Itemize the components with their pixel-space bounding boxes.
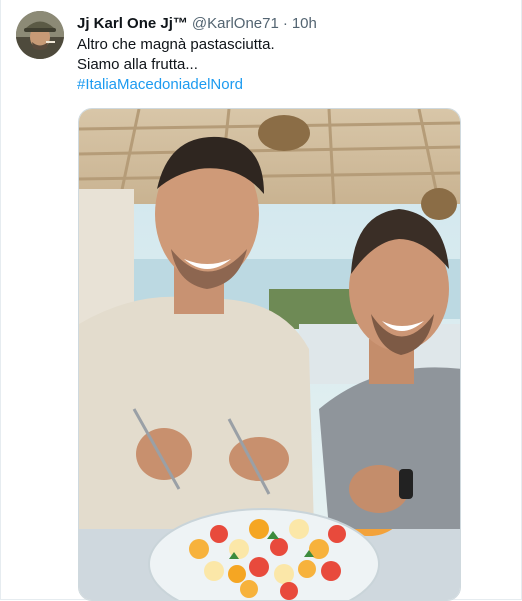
tweet-photo[interactable] [78,108,461,601]
tweet-text: Altro che magnà pastasciutta. Siamo alla… [77,35,507,95]
tweet-card: Jj Karl One Jj™ @KarlOne71 · 10h Altro c… [0,0,522,601]
avatar-image [16,11,64,59]
avatar[interactable] [16,11,64,59]
tweet-text-line-1: Altro che magnà pastasciutta. [77,36,275,53]
tweet-header: Jj Karl One Jj™ @KarlOne71 · 10h [77,13,317,33]
photo-image [79,109,460,600]
display-name[interactable]: Jj Karl One Jj™ [77,15,188,32]
separator-dot: · [282,14,288,32]
tweet-text-line-2: Siamo alla frutta... [77,56,198,73]
user-handle[interactable]: @KarlOne71 [192,15,279,32]
hashtag-link[interactable]: #ItaliaMacedoniadelNord [77,76,243,93]
timestamp[interactable]: 10h [292,15,317,32]
